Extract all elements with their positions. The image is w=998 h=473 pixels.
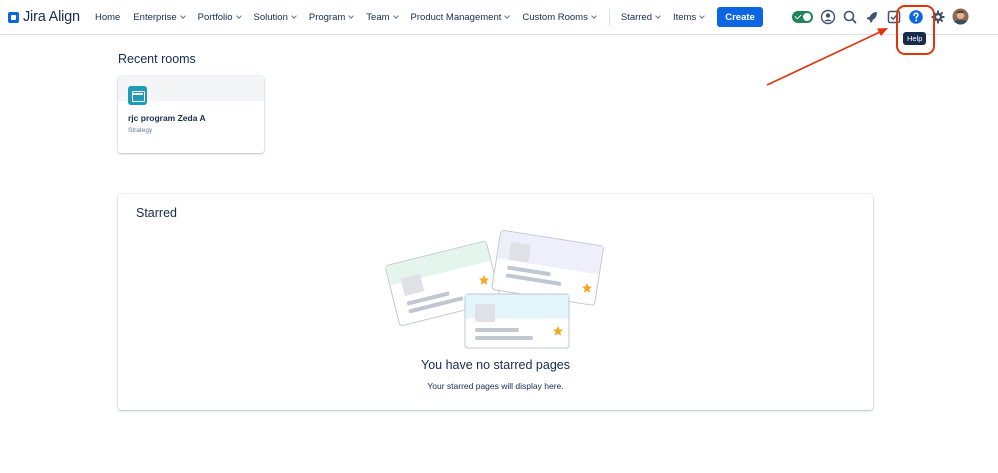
nav-item-label: Team xyxy=(366,11,390,23)
chevron-down-icon xyxy=(291,12,297,19)
starred-empty-illustration xyxy=(385,230,604,349)
nav-item-enterprise[interactable]: Enterprise xyxy=(133,11,186,23)
nav-divider xyxy=(608,8,610,26)
logo-text: Jira Align xyxy=(23,9,80,25)
nav-item-label: Program xyxy=(308,11,346,23)
rocket-icon[interactable] xyxy=(864,9,880,25)
user-avatar[interactable] xyxy=(952,8,969,25)
search-icon[interactable] xyxy=(842,9,858,25)
room-card[interactable]: rjc program Zeda A Strategy xyxy=(118,76,264,153)
nav-item-product-management[interactable]: Product Management xyxy=(410,11,511,23)
nav-item-label: Custom Rooms xyxy=(522,11,588,23)
room-name: rjc program Zeda A xyxy=(128,113,206,123)
nav-item-portfolio[interactable]: Portfolio xyxy=(197,11,242,23)
empty-state-subtitle: Your starred pages will display here. xyxy=(427,381,564,391)
profile-icon[interactable] xyxy=(820,9,836,25)
nav-item-team[interactable]: Team xyxy=(366,11,399,23)
nav-item-label: Enterprise xyxy=(133,11,177,23)
nav-item-home[interactable]: Home xyxy=(95,12,120,23)
chevron-down-icon xyxy=(591,12,597,19)
starred-panel: Starred You have no starred pages Your s… xyxy=(118,194,873,410)
nav-item-starred[interactable]: Starred xyxy=(620,11,661,23)
room-type: Strategy xyxy=(128,127,153,134)
chevron-down-icon xyxy=(348,12,355,19)
nav-item-custom-rooms[interactable]: Custom Rooms xyxy=(522,11,597,23)
chevron-down-icon xyxy=(179,12,186,19)
help-tooltip: Help xyxy=(903,32,927,45)
nav-menu: Home Enterprise Portfolio Solution Progr… xyxy=(95,0,763,34)
empty-state-title: You have no starred pages xyxy=(421,358,570,372)
nav-item-label: Home xyxy=(95,11,121,23)
starred-title: Starred xyxy=(136,206,177,220)
chevron-down-icon xyxy=(504,12,511,19)
nav-item-solution[interactable]: Solution xyxy=(253,11,297,23)
jira-align-logo[interactable]: Jira Align xyxy=(8,7,80,27)
chevron-down-icon xyxy=(655,12,661,19)
jira-align-logo-icon xyxy=(8,11,19,23)
help-highlight-box xyxy=(896,5,935,55)
toggle-switch[interactable] xyxy=(792,11,813,23)
create-button[interactable]: Create xyxy=(717,7,763,27)
chevron-down-icon xyxy=(699,12,706,19)
chevron-down-icon xyxy=(392,12,399,19)
nav-item-label: Portfolio xyxy=(197,11,233,23)
nav-item-items[interactable]: Items xyxy=(673,11,706,23)
nav-item-label: Product Management xyxy=(410,11,502,23)
calendar-icon xyxy=(128,86,147,105)
nav-item-label: Items xyxy=(673,11,697,23)
top-navigation: Jira Align Home Enterprise Portfolio Sol… xyxy=(0,0,998,35)
chevron-down-icon xyxy=(235,12,242,19)
page: Jira Align Home Enterprise Portfolio Sol… xyxy=(0,0,998,473)
nav-item-label: Starred xyxy=(620,11,652,23)
recent-rooms-title: Recent rooms xyxy=(118,52,196,66)
nav-item-program[interactable]: Program xyxy=(308,11,355,23)
nav-item-label: Solution xyxy=(253,11,288,23)
